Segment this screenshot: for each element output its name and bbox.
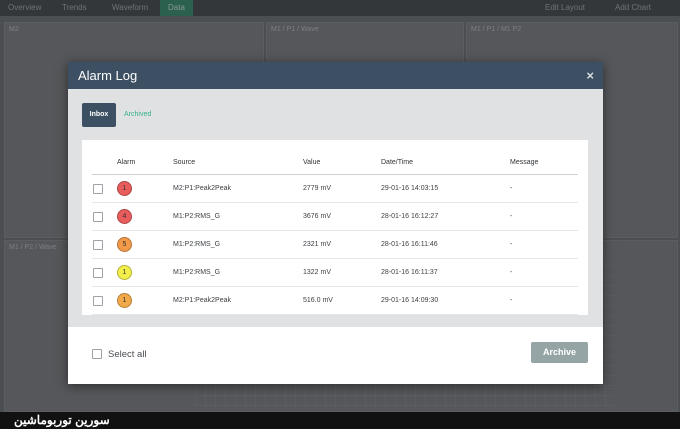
- header-alarm: Alarm: [116, 150, 172, 175]
- modal-header: Alarm Log ×: [68, 62, 603, 89]
- row-checkbox[interactable]: [93, 295, 103, 306]
- row-value: 2321 mV: [302, 230, 380, 259]
- alarm-level-badge: 1: [117, 181, 132, 196]
- alarm-log-modal: Alarm Log × Inbox Archived Alarm Source …: [68, 62, 603, 384]
- header-message: Message: [509, 150, 578, 175]
- alarm-level-badge: 5: [117, 237, 132, 252]
- table-row[interactable]: 5 M1:P2:RMS_G 2321 mV 28-01-16 16:11:46 …: [92, 230, 578, 259]
- tab-archived[interactable]: Archived: [124, 103, 151, 127]
- row-value: 516.0 mV: [302, 286, 380, 315]
- row-checkbox[interactable]: [93, 183, 103, 194]
- row-datetime: 29-01-16 14:03:15: [380, 174, 509, 203]
- alarm-level-badge: 4: [117, 209, 132, 224]
- row-datetime: 29-01-16 14:09:30: [380, 286, 509, 315]
- modal-body: Inbox Archived Alarm Source Value Date/T…: [68, 89, 603, 327]
- row-value: 1322 mV: [302, 258, 380, 287]
- header-datetime: Date/Time: [380, 150, 509, 175]
- row-message: -: [509, 202, 578, 231]
- modal-footer: Select all Archive: [68, 327, 603, 384]
- archive-button[interactable]: Archive: [531, 342, 588, 363]
- header-select: [92, 150, 116, 175]
- row-message: -: [509, 258, 578, 287]
- header-value: Value: [302, 150, 380, 175]
- table-row[interactable]: 1 M1:P2:RMS_G 1322 mV 28-01-16 16:11:37 …: [92, 258, 578, 287]
- row-message: -: [509, 286, 578, 315]
- tab-inbox[interactable]: Inbox: [82, 103, 116, 127]
- row-checkbox[interactable]: [93, 239, 103, 250]
- row-source: M1:P2:RMS_G: [172, 230, 302, 259]
- row-datetime: 28-01-16 16:11:37: [380, 258, 509, 287]
- alarm-table: Alarm Source Value Date/Time Message 1 M…: [92, 150, 578, 315]
- modal-title: Alarm Log: [78, 68, 138, 83]
- row-checkbox[interactable]: [93, 267, 103, 278]
- row-datetime: 28-01-16 16:12:27: [380, 202, 509, 231]
- row-message: -: [509, 174, 578, 203]
- table-header-row: Alarm Source Value Date/Time Message: [92, 150, 578, 175]
- select-all-checkbox[interactable]: [92, 349, 102, 360]
- row-message: -: [509, 230, 578, 259]
- row-datetime: 28-01-16 16:11:46: [380, 230, 509, 259]
- watermark-caption: سورین توربوماشین: [14, 413, 110, 427]
- alarm-table-card: Alarm Source Value Date/Time Message 1 M…: [82, 140, 588, 315]
- alarm-level-badge: 1: [117, 293, 132, 308]
- row-checkbox[interactable]: [93, 211, 103, 222]
- row-source: M1:P2:RMS_G: [172, 202, 302, 231]
- row-source: M1:P2:RMS_G: [172, 258, 302, 287]
- select-all-control[interactable]: Select all: [92, 349, 147, 360]
- row-value: 2779 mV: [302, 174, 380, 203]
- table-row[interactable]: 1 M2:P1:Peak2Peak 516.0 mV 29-01-16 14:0…: [92, 286, 578, 315]
- row-value: 3676 mV: [302, 202, 380, 231]
- table-row[interactable]: 1 M2:P1:Peak2Peak 2779 mV 29-01-16 14:03…: [92, 174, 578, 203]
- header-source: Source: [172, 150, 302, 175]
- row-source: M2:P1:Peak2Peak: [172, 286, 302, 315]
- select-all-label: Select all: [108, 349, 147, 360]
- row-source: M2:P1:Peak2Peak: [172, 174, 302, 203]
- table-row[interactable]: 4 M1:P2:RMS_G 3676 mV 28-01-16 16:12:27 …: [92, 202, 578, 231]
- alarm-level-badge: 1: [117, 265, 132, 280]
- close-icon[interactable]: ×: [586, 68, 594, 83]
